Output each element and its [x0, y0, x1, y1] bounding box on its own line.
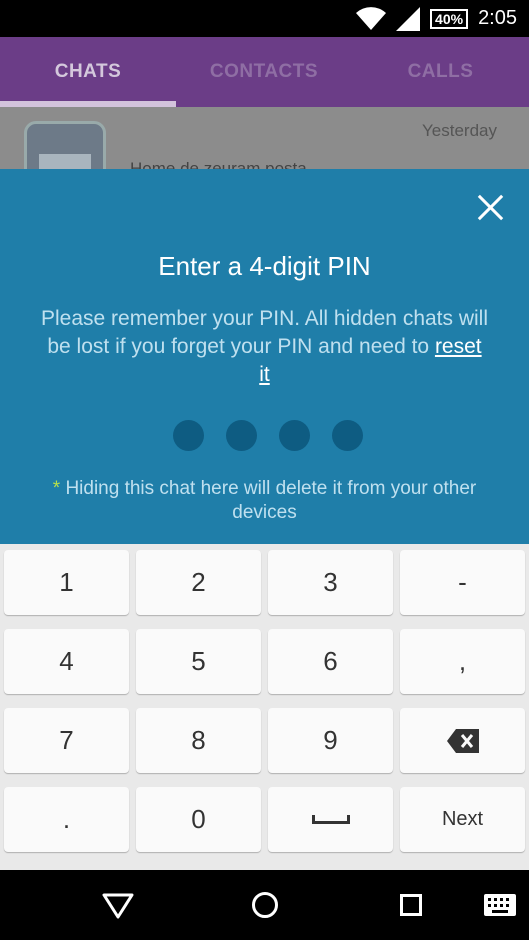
- chat-list: Yesterday Home de zeuram posta: [0, 107, 529, 169]
- space-key[interactable]: [268, 787, 393, 852]
- numeric-keyboard: 1 2 3 - 4 5 6 , 7 8 9 . 0 Next: [0, 544, 529, 870]
- avatar: [24, 121, 106, 169]
- tab-bar: CHATS CONTACTS CALLS: [0, 37, 529, 107]
- battery-indicator: 40%: [430, 8, 469, 29]
- key-7[interactable]: 7: [4, 708, 129, 773]
- pin-dot: [279, 420, 310, 451]
- key-4[interactable]: 4: [4, 629, 129, 694]
- chat-preview-text: Home de zeuram posta: [130, 159, 307, 169]
- pin-description: Please remember your PIN. All hidden cha…: [40, 305, 489, 389]
- tab-calls[interactable]: CALLS: [352, 37, 529, 107]
- backspace-key[interactable]: [400, 708, 525, 773]
- battery-level: 40%: [430, 8, 469, 29]
- pin-dot: [226, 420, 257, 451]
- pin-dot: [173, 420, 204, 451]
- chat-timestamp: Yesterday: [422, 121, 497, 140]
- space-icon: [311, 815, 350, 824]
- tab-contacts[interactable]: CONTACTS: [176, 37, 352, 107]
- key-1[interactable]: 1: [4, 550, 129, 615]
- warning-text: Hiding this chat here will delete it fro…: [65, 478, 477, 523]
- keyboard-icon[interactable]: [484, 894, 516, 916]
- back-icon[interactable]: [102, 893, 134, 919]
- key-0[interactable]: 0: [136, 787, 261, 852]
- key-9[interactable]: 9: [268, 708, 393, 773]
- wifi-icon: [356, 6, 387, 30]
- recent-apps-icon[interactable]: [400, 894, 422, 916]
- clock: 2:05: [478, 7, 517, 29]
- tab-chats[interactable]: CHATS: [0, 37, 176, 107]
- pin-dot: [332, 420, 363, 451]
- close-icon[interactable]: [475, 193, 505, 223]
- pin-title: Enter a 4-digit PIN: [158, 251, 371, 281]
- pin-dots: [173, 420, 363, 451]
- warning-star: *: [52, 478, 61, 499]
- next-button[interactable]: Next: [400, 787, 525, 852]
- pin-description-text: Please remember your PIN. All hidden cha…: [40, 307, 489, 358]
- home-icon[interactable]: [252, 892, 278, 918]
- pin-warning: * Hiding this chat here will delete it f…: [30, 477, 499, 525]
- key-5[interactable]: 5: [136, 629, 261, 694]
- key-8[interactable]: 8: [136, 708, 261, 773]
- key-comma[interactable]: ,: [400, 629, 525, 694]
- key-3[interactable]: 3: [268, 550, 393, 615]
- key-6[interactable]: 6: [268, 629, 393, 694]
- key-dash[interactable]: -: [400, 550, 525, 615]
- key-period[interactable]: .: [4, 787, 129, 852]
- cell-signal-icon: [396, 6, 421, 31]
- backspace-icon: [446, 728, 479, 753]
- pin-dialog: Enter a 4-digit PIN Please remember your…: [0, 169, 529, 544]
- status-bar: 40% 2:05: [0, 0, 529, 37]
- key-2[interactable]: 2: [136, 550, 261, 615]
- system-nav-bar: [0, 870, 529, 940]
